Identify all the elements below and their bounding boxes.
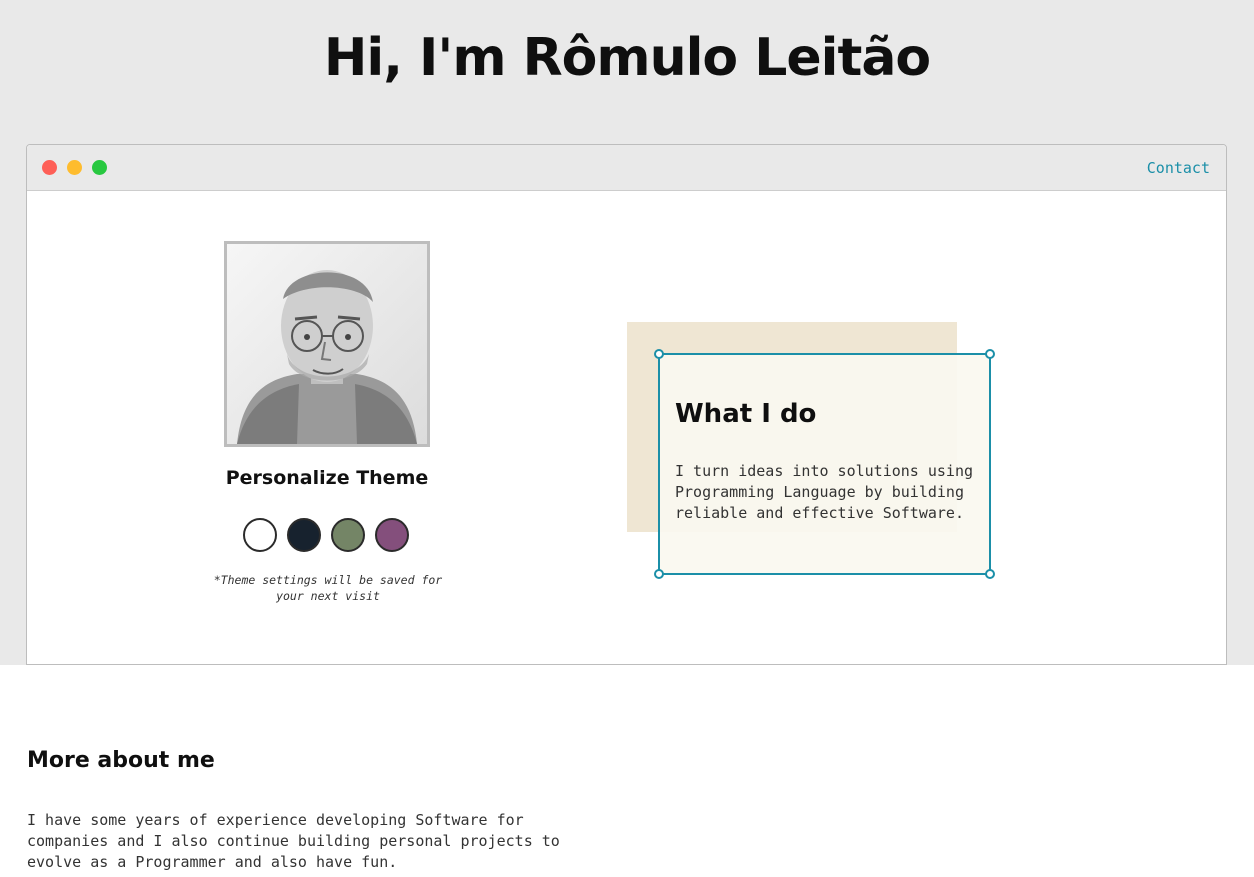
personalize-theme-title: Personalize Theme [225,467,429,489]
minimize-window-dot[interactable] [67,160,82,175]
theme-note: *Theme settings will be saved for your n… [213,573,443,603]
what-i-do-title: What I do [675,399,817,429]
what-i-do-card: What I do I turn ideas into solutions us… [654,349,995,579]
page-title: Hi, I'm Rômulo Leitão [323,28,931,88]
resize-handle-bottom-right[interactable] [985,569,995,579]
more-about-me-title: More about me [27,748,215,773]
close-window-dot[interactable] [42,160,57,175]
maximize-window-dot[interactable] [92,160,107,175]
window-titlebar: Contact [27,145,1226,191]
theme-swatch-dark[interactable] [287,518,321,552]
theme-swatch-light[interactable] [243,518,277,552]
avatar [224,241,430,447]
theme-swatch-green[interactable] [331,518,365,552]
more-about-me-text: I have some years of experience developi… [27,811,560,871]
resize-handle-top-left[interactable] [654,349,664,359]
contact-link[interactable]: Contact [1147,159,1210,177]
what-i-do-text: I turn ideas into solutions using Progra… [675,462,974,522]
profile-photo [227,244,427,444]
resize-handle-top-right[interactable] [985,349,995,359]
browser-window: Contact Personalize Theme *Theme setting… [26,144,1227,665]
theme-swatches [243,518,413,554]
resize-handle-bottom-left[interactable] [654,569,664,579]
theme-swatch-purple[interactable] [375,518,409,552]
